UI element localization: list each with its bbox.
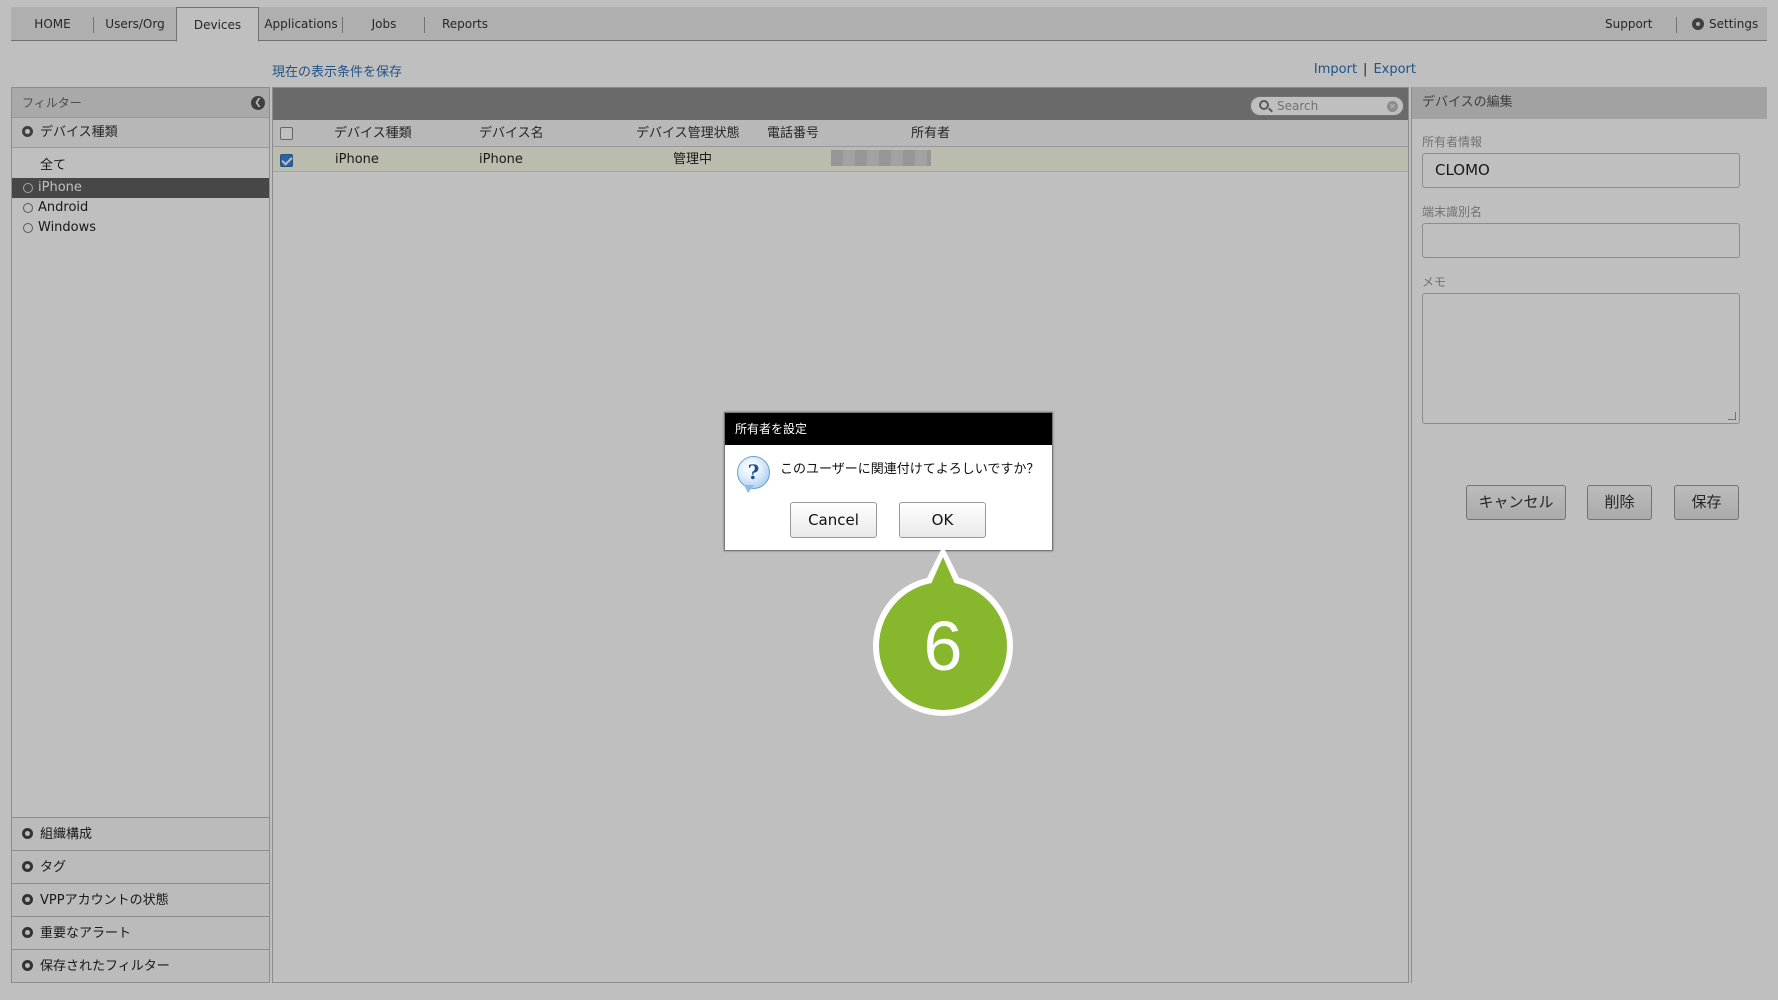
step-callout: 6 <box>873 546 1016 716</box>
set-owner-dialog: 所有者を設定 ? このユーザーに関連付けてよろしいですか？ Cancel OK <box>724 412 1053 551</box>
dialog-title: 所有者を設定 <box>725 413 1052 445</box>
dialog-cancel-button[interactable]: Cancel <box>790 502 877 538</box>
dialog-ok-button[interactable]: OK <box>899 502 986 538</box>
question-icon: ? <box>737 456 770 493</box>
step-number-badge: 6 <box>879 582 1007 710</box>
dialog-message: このユーザーに関連付けてよろしいですか？ <box>780 462 1040 477</box>
callout-pointer <box>927 557 959 593</box>
